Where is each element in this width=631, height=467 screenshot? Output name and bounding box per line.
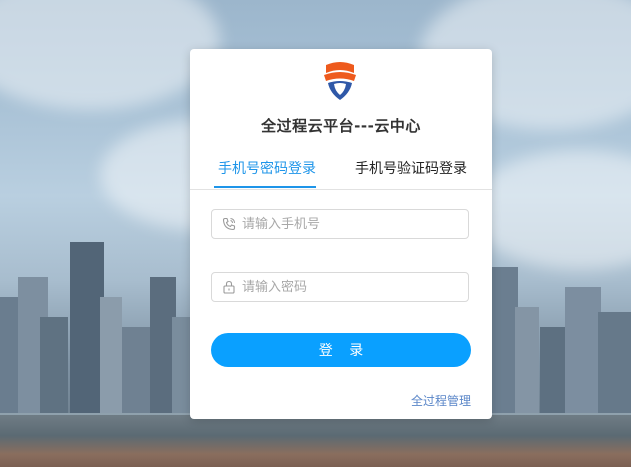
cloud	[0, 0, 220, 110]
password-input[interactable]	[242, 273, 462, 301]
tab-phone-code[interactable]: 手机号验证码登录	[355, 159, 467, 179]
lock-icon	[223, 280, 235, 294]
login-tabs: 手机号密码登录 手机号验证码登录	[190, 159, 492, 190]
cloud	[470, 150, 631, 270]
password-field	[211, 272, 469, 302]
phone-input[interactable]	[242, 210, 462, 238]
phone-icon	[222, 217, 236, 231]
login-card: 全过程云平台---云中心 手机号密码登录 手机号验证码登录 登 录 全过程管理	[190, 49, 492, 419]
page-title: 全过程云平台---云中心	[261, 117, 421, 135]
shield-logo-icon	[324, 62, 356, 100]
login-button[interactable]: 登 录	[211, 333, 471, 367]
active-tab-indicator	[214, 186, 316, 188]
ground	[0, 415, 631, 467]
phone-field	[211, 209, 469, 239]
full-process-management-link[interactable]: 全过程管理	[411, 392, 471, 409]
tab-phone-password[interactable]: 手机号密码登录	[218, 159, 316, 179]
